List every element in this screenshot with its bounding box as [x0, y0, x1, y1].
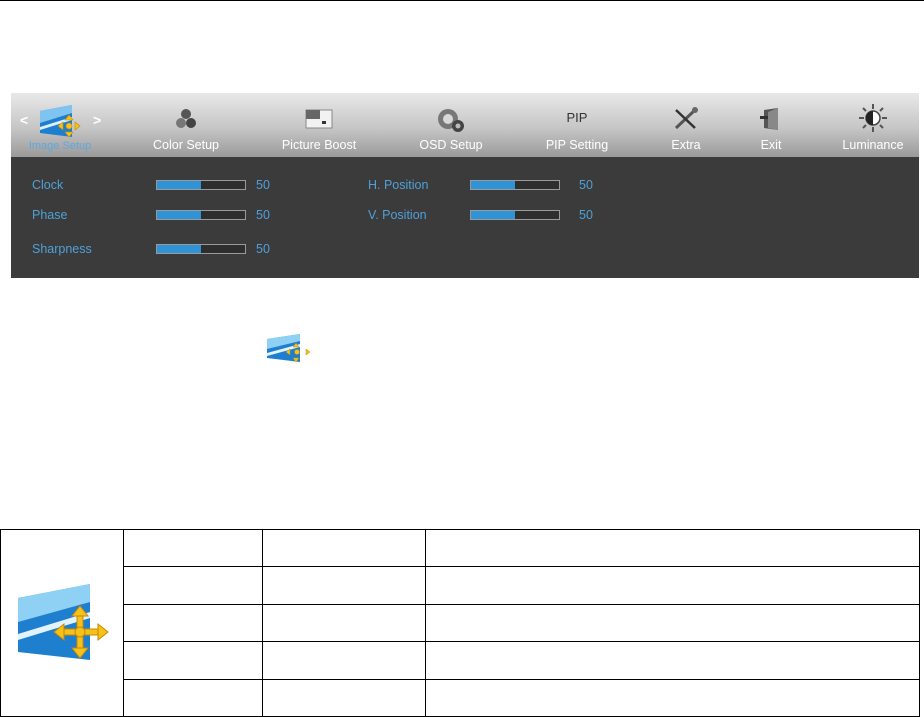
image-setup-icon [38, 103, 82, 142]
table-row [1, 603, 920, 643]
luminance-sun-icon [858, 103, 888, 136]
menu-label: Luminance [842, 138, 904, 152]
table-row [1, 678, 920, 717]
table-row [1, 641, 920, 680]
picture-boost-icon [305, 109, 333, 132]
param-value: 50 [256, 208, 270, 222]
menu-item-picture-boost[interactable]: Picture Boost [269, 93, 369, 157]
table-cell [425, 528, 920, 568]
menu-label: Exit [760, 138, 782, 152]
osd-panel: < > Image Setup Color Setup Picture Boos… [11, 93, 919, 278]
table-cell [262, 528, 426, 568]
table-cell [262, 641, 426, 680]
param-clock[interactable]: Clock 50 [32, 178, 272, 192]
param-value: 50 [256, 242, 270, 256]
param-value: 50 [579, 178, 593, 192]
menu-item-color-setup[interactable]: Color Setup [141, 93, 231, 157]
param-slider[interactable] [470, 210, 560, 220]
param-slider[interactable] [156, 210, 246, 220]
menu-item-luminance[interactable]: Luminance [833, 93, 913, 157]
param-v-position[interactable]: V. Position 50 [368, 208, 608, 222]
menu-item-exit[interactable]: Exit [743, 93, 799, 157]
menu-label: OSD Setup [419, 138, 483, 152]
image-setup-table [0, 528, 920, 717]
menu-item-image-setup[interactable]: Image Setup [19, 93, 101, 157]
top-rule [0, 0, 924, 1]
param-label: Phase [32, 208, 68, 222]
param-value: 50 [256, 178, 270, 192]
table-cell [262, 603, 426, 643]
menu-label: Color Setup [152, 138, 219, 152]
param-slider[interactable] [470, 180, 560, 190]
menu-item-osd-setup[interactable]: OSD Setup [406, 93, 496, 157]
param-label: V. Position [368, 208, 427, 222]
param-label: Sharpness [32, 242, 92, 256]
table-cell [262, 678, 426, 717]
osd-setup-icon [436, 107, 466, 136]
image-setup-icon [266, 333, 312, 368]
menu-item-extra[interactable]: Extra [656, 93, 716, 157]
menu-label: PIP Setting [545, 138, 609, 152]
param-label: Clock [32, 178, 64, 192]
param-sharpness[interactable]: Sharpness 50 [32, 242, 272, 256]
table-cell [262, 566, 426, 605]
menu-item-pip-setting[interactable]: PIP PIP Setting [531, 93, 623, 157]
table-cell [425, 603, 920, 643]
color-setup-icon [174, 107, 198, 134]
table-cell [123, 641, 263, 680]
exit-door-icon [760, 107, 782, 134]
table-cell [425, 641, 920, 680]
param-value: 50 [579, 208, 593, 222]
table-row [0, 528, 920, 717]
param-slider[interactable] [156, 244, 246, 254]
extra-tools-icon [673, 107, 699, 134]
param-slider[interactable] [156, 180, 246, 190]
param-phase[interactable]: Phase 50 [32, 208, 272, 222]
table-cell [425, 566, 920, 605]
table-cell [425, 678, 920, 717]
menu-label: Image Setup [28, 140, 92, 152]
param-label: H. Position [368, 178, 429, 192]
table-cell [123, 528, 263, 568]
pip-icon: PIP [566, 110, 588, 125]
table-icon-cell [0, 529, 124, 717]
menu-label: Extra [671, 138, 701, 152]
table-cell [123, 678, 263, 717]
image-setup-icon [14, 583, 110, 665]
menu-label: Picture Boost [281, 138, 357, 152]
param-h-position[interactable]: H. Position 50 [368, 178, 608, 192]
table-row [1, 566, 920, 605]
table-cell [123, 603, 263, 643]
osd-menu-bar: < > Image Setup Color Setup Picture Boos… [11, 93, 919, 157]
table-cell [123, 566, 263, 605]
